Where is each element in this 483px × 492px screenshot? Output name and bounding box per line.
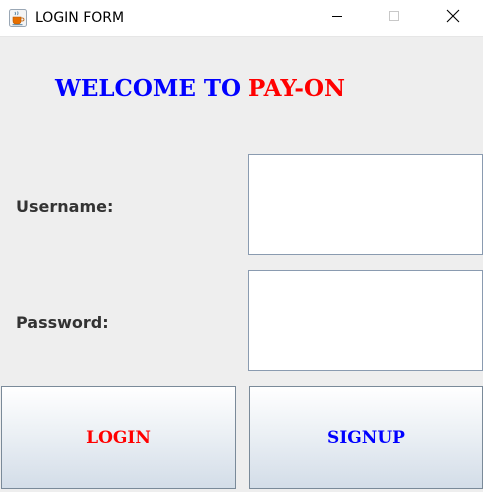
maximize-button[interactable] [371, 0, 417, 36]
welcome-heading: WELCOME TO [55, 75, 242, 102]
window-title: LOGIN FORM [35, 10, 125, 26]
username-input[interactable] [248, 154, 483, 255]
title-bar[interactable]: LOGIN FORM [0, 0, 483, 37]
signup-button-label: SIGNUP [327, 427, 405, 448]
minimize-icon [331, 9, 343, 27]
close-button[interactable] [430, 0, 476, 36]
java-coffee-cup-icon [9, 9, 27, 27]
username-label: Username: [16, 197, 114, 216]
password-label: Password: [16, 313, 109, 332]
brand-name: PAY-ON [248, 75, 346, 102]
password-input[interactable] [248, 270, 483, 371]
close-icon [446, 9, 460, 28]
maximize-icon [388, 9, 400, 27]
signup-button[interactable]: SIGNUP [249, 386, 483, 489]
login-button-label: LOGIN [86, 427, 151, 448]
login-button[interactable]: LOGIN [1, 386, 236, 489]
login-form-window: LOGIN FORM WELCOME TO PAY-ON Username: P… [0, 0, 483, 492]
minimize-button[interactable] [314, 0, 360, 36]
